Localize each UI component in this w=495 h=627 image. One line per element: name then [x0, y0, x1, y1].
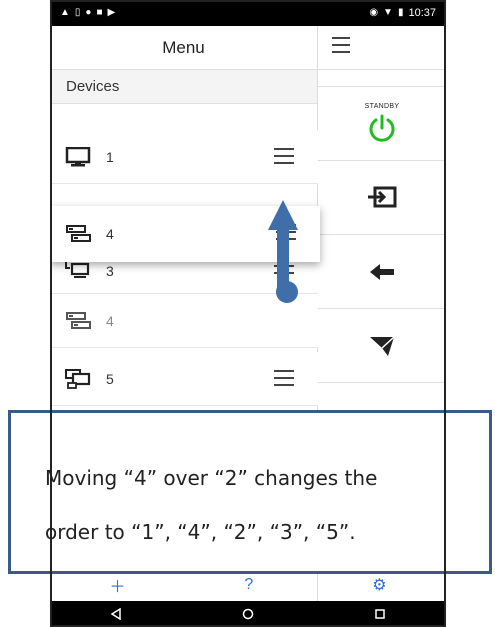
android-nav-bar [50, 601, 446, 627]
display-network-icon [65, 261, 90, 278]
device-row-5[interactable]: 5 [50, 352, 318, 406]
warning-icon: ▲ [60, 7, 70, 18]
standby-button[interactable]: STANDBY [318, 86, 446, 160]
play-icon: ▶ [107, 7, 116, 18]
hamburger-menu-icon[interactable] [332, 37, 350, 58]
callout-line-2: order to “1”, “4”, “2”, “3”, “5”. [45, 520, 356, 544]
back-icon [370, 263, 394, 280]
back-button[interactable] [318, 234, 446, 308]
device-number: 4 [106, 312, 114, 329]
device-number: 4 [106, 226, 114, 242]
status-time: 10:37 [408, 7, 436, 19]
drag-handle-icon[interactable] [274, 148, 294, 164]
device-number: 3 [106, 262, 114, 279]
send-icon [370, 335, 395, 356]
device-number: 1 [106, 148, 114, 165]
callout-line-1: Moving “4” over “2” changes the [45, 466, 378, 490]
bottom-toolbar: ＋ ? ⚙ [50, 570, 446, 600]
input-button[interactable] [318, 160, 446, 234]
status-right: ◉ ▼ ▮ 10:37 [369, 7, 436, 19]
back-triangle-icon[interactable] [110, 608, 122, 620]
drag-handle-icon[interactable] [274, 370, 294, 386]
send-button[interactable] [318, 308, 446, 382]
standby-label: STANDBY [364, 102, 400, 110]
help-icon[interactable]: ? [244, 576, 253, 594]
menu-title: Menu [50, 26, 317, 70]
devices-section-header: Devices [50, 70, 317, 104]
input-icon [368, 186, 397, 207]
app-icon: ● [85, 7, 92, 18]
instruction-callout: Moving “4” over “2” changes the order to… [8, 410, 492, 574]
sim-icon: ▯ [74, 7, 81, 18]
server-icon [66, 311, 91, 329]
app-icon: ■ [96, 7, 103, 18]
add-icon[interactable]: ＋ [109, 573, 125, 597]
monitor-network-icon [65, 368, 91, 389]
signal-icon: ◉ [369, 7, 379, 18]
control-header [318, 26, 446, 70]
battery-icon: ▮ [397, 7, 404, 18]
device-number: 5 [106, 370, 114, 387]
home-circle-icon[interactable] [242, 608, 254, 620]
settings-icon[interactable]: ⚙ [372, 575, 386, 595]
status-bar: ▲ ▯ ● ■ ▶ ◉ ▼ ▮ 10:37 [50, 0, 446, 26]
recents-square-icon[interactable] [374, 608, 386, 620]
monitor-icon [65, 146, 91, 166]
server-icon [66, 225, 91, 242]
status-left: ▲ ▯ ● ■ ▶ [60, 8, 115, 18]
power-icon [369, 114, 395, 142]
wifi-icon: ▼ [383, 7, 393, 18]
device-row-1[interactable]: 1 [50, 130, 318, 184]
drag-direction-arrow [268, 200, 298, 303]
